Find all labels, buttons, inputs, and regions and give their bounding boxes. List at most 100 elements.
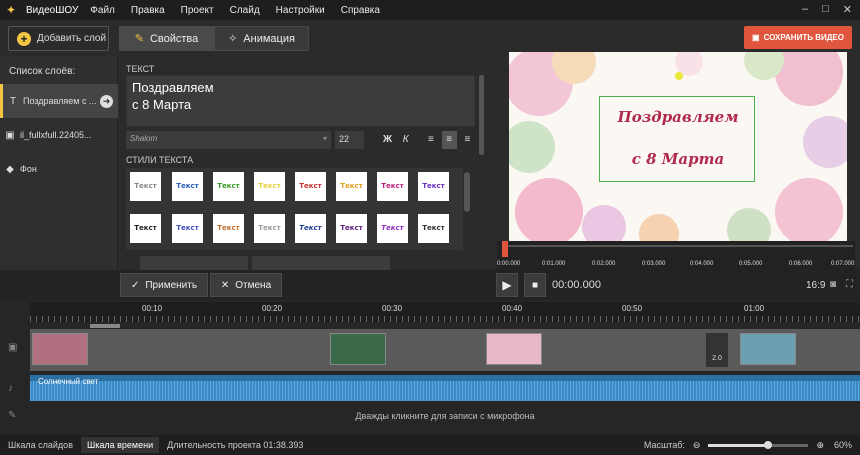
tab-timeline-scale[interactable]: Шкала времени xyxy=(80,437,160,453)
play-button[interactable]: ▶ xyxy=(496,273,518,297)
save-video-label: СОХРАНИТЬ ВИДЕО xyxy=(763,33,844,42)
styles-section-label: СТИЛИ ТЕКСТА xyxy=(126,155,194,165)
canvas-text-line1: Поздравляем xyxy=(617,108,739,126)
styles-scrollbar[interactable] xyxy=(464,172,470,212)
menu-settings[interactable]: Настройки xyxy=(276,5,325,16)
image-icon: ▣ xyxy=(5,129,15,141)
style-swatch[interactable]: Текст xyxy=(336,214,367,243)
tab-properties[interactable]: ✎ Свойства xyxy=(119,26,214,51)
style-swatch[interactable]: Текст xyxy=(172,214,203,243)
text-input[interactable]: Поздравляем с 8 Марта xyxy=(126,75,475,127)
ruler-label: 0:06.000 xyxy=(789,261,813,267)
tick-label: 00:10 xyxy=(142,304,163,313)
playhead-marker[interactable] xyxy=(502,241,508,257)
style-swatch[interactable]: Текст xyxy=(172,172,203,201)
style-swatch[interactable]: Текст xyxy=(377,172,408,201)
text-styles-grid: Текст Текст Текст Текст Текст Текст Текс… xyxy=(126,168,463,250)
style-swatch[interactable]: Текст xyxy=(295,214,326,243)
style-swatch[interactable]: Текст xyxy=(418,172,449,201)
bold-icon[interactable]: Ж xyxy=(380,131,395,149)
audio-waveform xyxy=(30,381,860,401)
layer-item-image[interactable]: ▣ il_fullxfull.22405... xyxy=(0,118,118,152)
italic-icon[interactable]: К xyxy=(398,131,413,149)
tick-label: 00:50 xyxy=(622,304,643,313)
zoom-out-icon[interactable]: ⊖ xyxy=(693,440,701,451)
font-size-select[interactable]: 22 xyxy=(334,131,364,149)
slide-clip[interactable] xyxy=(486,333,542,365)
style-swatch[interactable]: Текст xyxy=(254,172,285,201)
ruler-label: 0:00.000 xyxy=(497,261,521,267)
slides-track: 2.0 xyxy=(30,329,860,371)
text-icon: T xyxy=(9,95,17,107)
ruler-label: 0:02.000 xyxy=(592,261,616,267)
slide-clip[interactable] xyxy=(740,333,796,365)
text-section-label: ТЕКСТ xyxy=(126,64,155,74)
close-icon[interactable]: ✕ xyxy=(843,3,852,16)
style-swatch[interactable]: Текст xyxy=(295,172,326,201)
preview-ruler[interactable]: 0:00.000 0:01.000 0:02.000 0:03.000 0:04… xyxy=(497,241,855,271)
tab-slides-scale[interactable]: Шкала слайдов xyxy=(0,440,81,450)
style-swatch[interactable]: Текст xyxy=(130,214,161,243)
apply-label: Применить xyxy=(145,279,198,291)
rotate-handle[interactable] xyxy=(675,72,683,80)
transition-duration[interactable]: 2.0 xyxy=(706,333,728,367)
plus-icon: + xyxy=(17,31,31,46)
save-video-button[interactable]: ▣ СОХРАНИТЬ ВИДЕО xyxy=(744,26,852,49)
partial-control[interactable] xyxy=(252,256,390,270)
align-right-icon[interactable]: ≡ xyxy=(460,131,475,149)
layer-item-background[interactable]: ◆ Фон xyxy=(0,152,118,186)
camera-icon[interactable]: ◙ xyxy=(830,279,836,290)
timeline-ruler[interactable]: 00:10 00:20 00:30 00:40 00:50 01:00 xyxy=(30,302,860,322)
audio-track[interactable]: Солнечный свет xyxy=(30,375,860,401)
menu-project[interactable]: Проект xyxy=(181,5,214,16)
app-logo-icon: ✦ xyxy=(6,3,17,17)
minimize-icon[interactable]: – xyxy=(802,3,808,16)
stop-button[interactable]: ■ xyxy=(524,273,546,297)
mic-record-hint[interactable]: Дважды кликните для записи с микрофона xyxy=(30,405,860,427)
style-swatch[interactable]: Текст xyxy=(254,214,285,243)
style-swatch[interactable]: Текст xyxy=(418,214,449,243)
align-left-icon[interactable]: ≡ xyxy=(423,131,438,149)
menu-file[interactable]: Файл xyxy=(90,5,115,16)
tab-animation[interactable]: ✧ Анимация xyxy=(214,26,309,51)
layers-title: Список слоёв: xyxy=(9,66,76,77)
style-swatch[interactable]: Текст xyxy=(336,172,367,201)
zoom-slider[interactable] xyxy=(708,440,809,449)
cancel-button[interactable]: ✕ Отмена xyxy=(210,273,282,297)
maximize-icon[interactable]: □ xyxy=(822,3,829,16)
menu-edit[interactable]: Правка xyxy=(131,5,165,16)
style-swatch[interactable]: Текст xyxy=(213,214,244,243)
cancel-label: Отмена xyxy=(235,279,272,291)
style-swatch[interactable]: Текст xyxy=(377,214,408,243)
zoom-in-icon[interactable]: ⊕ xyxy=(816,440,824,451)
props-scrollbar[interactable] xyxy=(479,75,484,155)
menu-help[interactable]: Справка xyxy=(341,5,380,16)
microphone-icon: ✎ xyxy=(8,410,17,421)
partial-control[interactable] xyxy=(140,256,248,270)
tab-animation-label: Анимация xyxy=(243,32,295,45)
preview-canvas[interactable]: Поздравляем с 8 Марта xyxy=(509,52,847,241)
edit-icon: ✎ xyxy=(134,33,144,45)
timeline-scroll-thumb[interactable] xyxy=(90,324,120,328)
font-toolbar: Shalom 22 Ж К ≡ ≡ ≡ xyxy=(126,131,475,149)
slides-track-icon: ▣ xyxy=(8,342,18,353)
aspect-ratio[interactable]: 16:9 xyxy=(806,280,825,291)
project-duration: Длительность проекта 01:38.393 xyxy=(167,440,304,450)
app-name: ВидеоШОУ xyxy=(26,4,79,16)
canvas-text-line2: с 8 Марта xyxy=(631,150,725,168)
align-center-icon[interactable]: ≡ xyxy=(441,131,457,149)
tick-label: 00:20 xyxy=(262,304,283,313)
arrow-right-icon[interactable]: ➜ xyxy=(100,94,113,108)
tick-label: 01:00 xyxy=(744,304,765,313)
menu-slide[interactable]: Слайд xyxy=(230,5,260,16)
slide-clip[interactable] xyxy=(32,333,88,365)
slide-clip[interactable] xyxy=(330,333,386,365)
style-swatch[interactable]: Текст xyxy=(213,172,244,201)
add-layer-button[interactable]: + Добавить слой xyxy=(8,26,109,51)
layer-item-text[interactable]: T Поздравляем с ... ➜ xyxy=(0,84,118,118)
style-swatch[interactable]: Текст xyxy=(130,172,161,201)
audio-title: Солнечный свет xyxy=(38,377,99,386)
fullscreen-icon[interactable]: ⛶ xyxy=(846,279,853,290)
apply-button[interactable]: ✓ Применить xyxy=(120,273,208,297)
font-family-select[interactable]: Shalom xyxy=(126,131,331,149)
